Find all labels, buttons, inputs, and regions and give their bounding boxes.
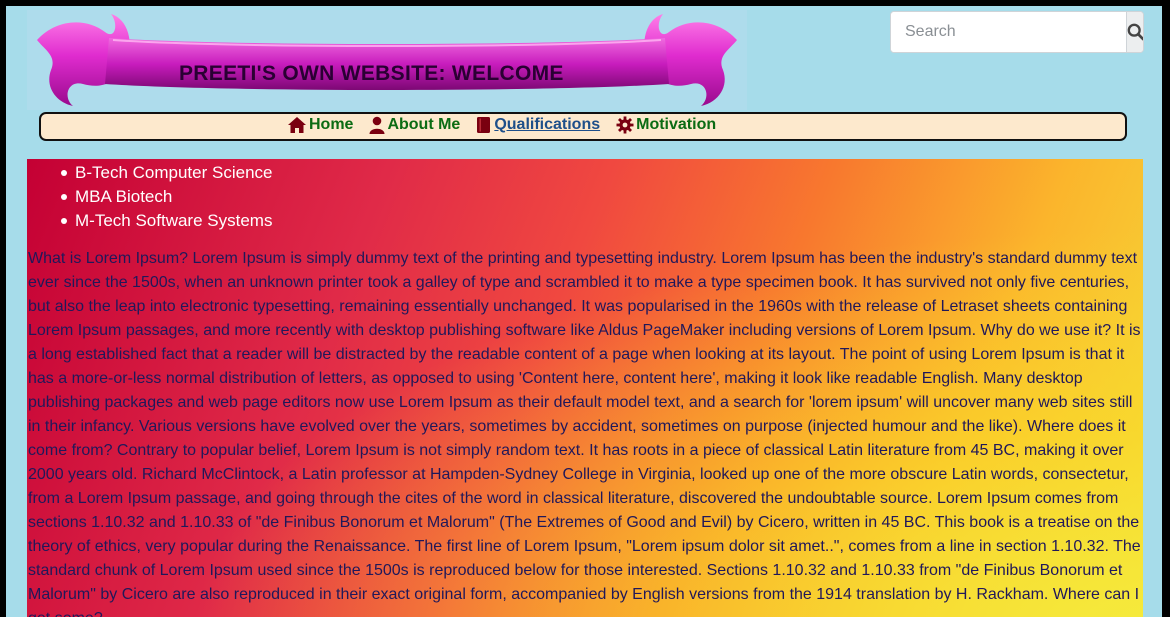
search-icon: [1127, 23, 1143, 41]
list-item: M-Tech Software Systems: [61, 209, 1143, 233]
qualifications-list: B-Tech Computer Science MBA Biotech M-Te…: [27, 159, 1143, 233]
nav-label-qualifications: Qualifications: [494, 116, 601, 133]
main-content: B-Tech Computer Science MBA Biotech M-Te…: [27, 159, 1143, 617]
nav-item-about[interactable]: About Me: [369, 116, 460, 134]
nav-item-qualifications[interactable]: Qualifications: [476, 116, 600, 134]
user-icon: [369, 116, 385, 134]
nav-item-motivation[interactable]: Motivation: [616, 116, 716, 134]
nav-label-motivation: Motivation: [636, 116, 717, 133]
body-paragraph: What is Lorem Ipsum? Lorem Ipsum is simp…: [28, 250, 1141, 617]
search-input[interactable]: [891, 12, 1126, 52]
cog-icon: [616, 116, 634, 134]
search-button[interactable]: [1126, 12, 1143, 52]
list-item: MBA Biotech: [61, 185, 1143, 209]
home-icon: [288, 117, 306, 133]
ribbon-banner-graphic: [37, 14, 737, 106]
site-banner: PREETI'S OWN WEBSITE: WELCOME: [27, 10, 747, 110]
book-icon: [477, 117, 491, 133]
search-bar: [890, 11, 1144, 53]
page: PREETI'S OWN WEBSITE: WELCOME Home: [6, 6, 1162, 617]
nav-label-about: About Me: [387, 116, 461, 133]
site-title: PREETI'S OWN WEBSITE: WELCOME: [179, 62, 564, 85]
nav-item-home[interactable]: Home: [287, 116, 353, 134]
main-nav: Home About Me Qualifications Motivation: [39, 112, 1127, 141]
list-item: B-Tech Computer Science: [61, 161, 1143, 185]
nav-label-home: Home: [309, 116, 354, 133]
